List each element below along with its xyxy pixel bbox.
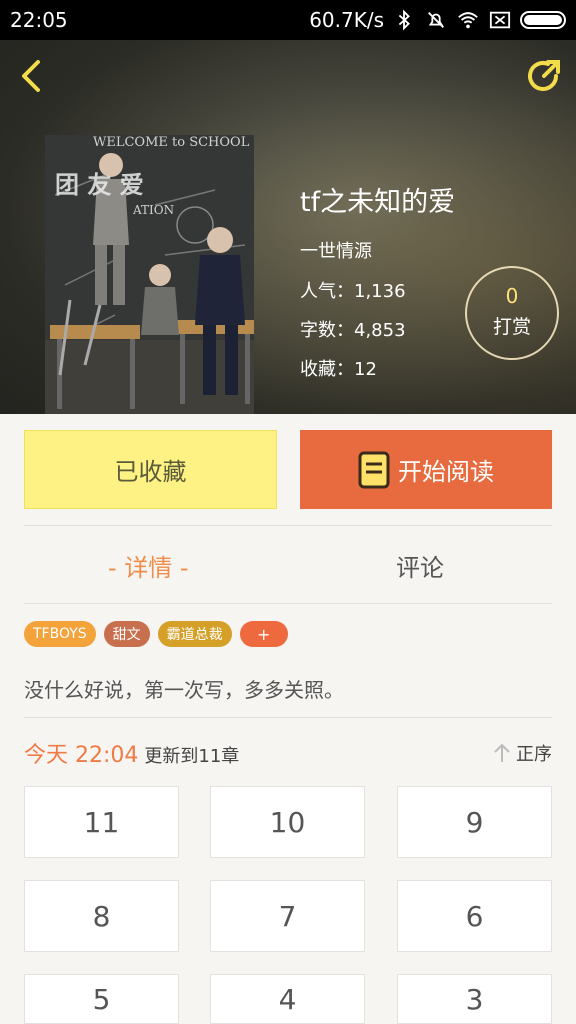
tab-comment[interactable]: 评论 xyxy=(396,548,444,583)
favorited-label: 已收藏 xyxy=(114,458,187,486)
popularity-stat: 人气：1,136 xyxy=(300,281,406,302)
add-tag-button[interactable]: + xyxy=(239,621,288,647)
reward-button[interactable]: 0 打赏 xyxy=(465,266,559,360)
reward-count: 0 xyxy=(505,284,519,308)
status-icons: 60.7K/s xyxy=(309,8,566,32)
update-text: 更新到11章 xyxy=(144,746,240,767)
book-description: 没什么好说，第一次写，多多关照。 xyxy=(24,678,344,702)
word-count-stat: 字数：4,853 xyxy=(300,320,406,341)
update-info: 今天 22:04 更新到11章 xyxy=(24,737,239,769)
sort-order-button[interactable]: 正序 xyxy=(492,740,552,766)
cover-text-welcome: WELCOME to SCHOOL xyxy=(93,135,250,150)
cover-text-title: 团 友 爱 xyxy=(55,170,144,199)
chapter-button[interactable]: 10 xyxy=(210,786,365,858)
chapter-button[interactable]: 3 xyxy=(397,974,552,1024)
status-time: 22:05 xyxy=(10,8,68,32)
wifi-icon xyxy=(458,12,478,29)
book-icon xyxy=(358,451,390,488)
update-time: 今天 22:04 xyxy=(24,743,139,768)
chapter-button[interactable]: 5 xyxy=(24,974,179,1024)
battery-icon xyxy=(520,11,566,29)
bluetooth-icon xyxy=(398,9,410,31)
chapter-button[interactable]: 8 xyxy=(24,880,179,952)
share-icon[interactable] xyxy=(524,56,564,96)
sort-order-label: 正序 xyxy=(516,744,552,765)
divider xyxy=(24,603,552,604)
book-cover[interactable]: WELCOME to SCHOOL 团 友 爱 ATION xyxy=(45,135,254,414)
chapter-button[interactable]: 9 xyxy=(397,786,552,858)
start-reading-label: 开始阅读 xyxy=(398,458,494,486)
divider xyxy=(24,717,552,718)
no-sim-icon xyxy=(489,11,511,29)
book-author[interactable]: 一世情源 xyxy=(300,237,455,263)
start-reading-button[interactable]: 开始阅读 xyxy=(300,430,552,509)
cover-text-ation: ATION xyxy=(133,203,175,217)
divider xyxy=(24,525,552,526)
network-speed: 60.7K/s xyxy=(309,8,384,32)
tag-ceo[interactable]: 霸道总裁 xyxy=(157,621,232,647)
chapter-button[interactable]: 7 xyxy=(210,880,365,952)
chapter-button[interactable]: 11 xyxy=(24,786,179,858)
status-bar: 22:05 60.7K/s xyxy=(0,0,576,40)
mute-bell-icon xyxy=(428,12,444,28)
favorited-button[interactable]: 已收藏 xyxy=(24,430,277,509)
tab-detail[interactable]: - 详情 - xyxy=(108,548,189,583)
tag-list: TFBOYS 甜文 霸道总裁 + xyxy=(24,621,288,647)
arrow-up-icon xyxy=(494,743,510,762)
back-icon[interactable] xyxy=(12,56,52,96)
tag-sweet[interactable]: 甜文 xyxy=(103,621,150,647)
chapter-button[interactable]: 6 xyxy=(397,880,552,952)
reward-label: 打赏 xyxy=(492,316,531,338)
book-header: WELCOME to SCHOOL 团 友 爱 ATION tf之未知的爱 一世… xyxy=(0,40,576,414)
book-title: tf之未知的爱 xyxy=(300,187,456,218)
favorites-stat: 收藏：12 xyxy=(300,359,377,380)
chapter-button[interactable]: 4 xyxy=(210,974,365,1024)
book-info: tf之未知的爱 一世情源 人气：1,136 字数：4,853 收藏：12 xyxy=(300,180,455,394)
tag-tfboys[interactable]: TFBOYS xyxy=(24,621,96,647)
